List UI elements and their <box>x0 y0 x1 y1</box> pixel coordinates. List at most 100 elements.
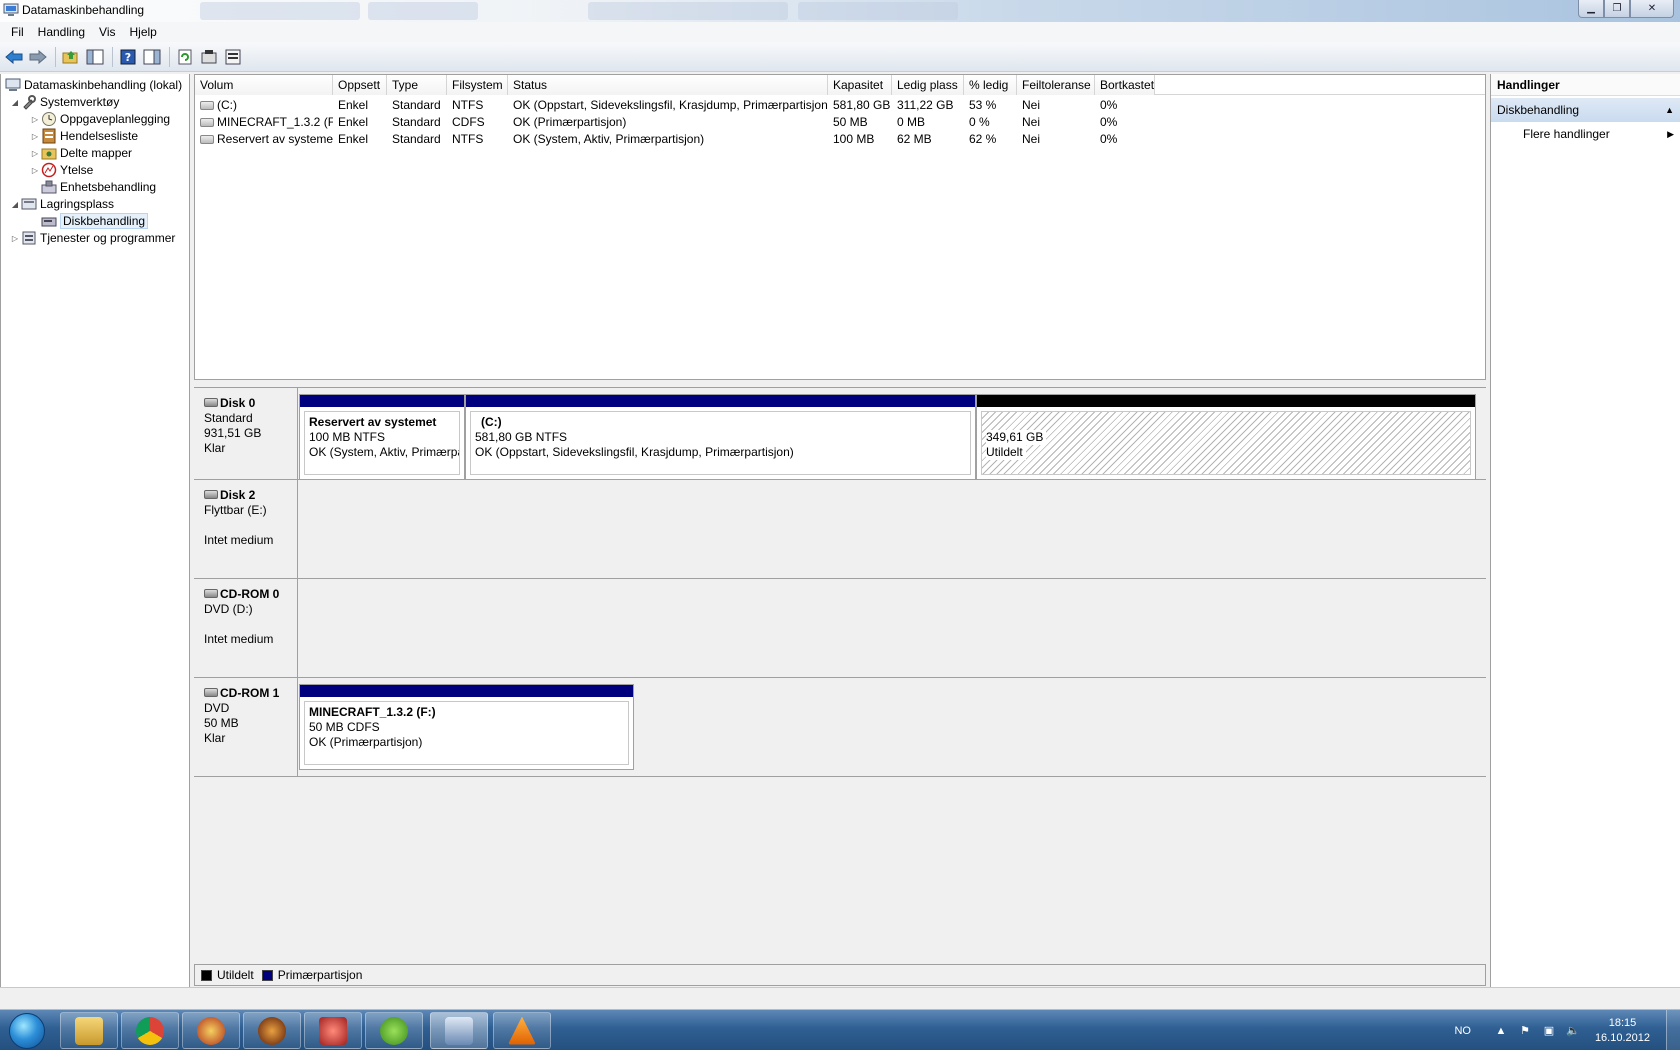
disk-management-icon <box>41 213 57 229</box>
vlc-icon <box>508 1016 536 1045</box>
show-hide-tree-button[interactable] <box>84 46 106 68</box>
cell-overhead: 0% <box>1100 132 1118 146</box>
clock[interactable]: 18:15 16.10.2012 <box>1595 1016 1650 1046</box>
expand-arrow-icon[interactable]: ▷ <box>29 132 41 141</box>
show-hidden-icons-icon[interactable]: ▲ <box>1493 1024 1509 1038</box>
taskbar-explorer[interactable] <box>60 1012 118 1049</box>
action-center-flag-icon[interactable]: ⚑ <box>1517 1024 1533 1038</box>
volume-icon[interactable]: 🔈 <box>1565 1024 1581 1038</box>
menu-action[interactable]: Handling <box>31 25 92 39</box>
close-button[interactable]: ✕ <box>1630 0 1674 18</box>
taskbar-game[interactable] <box>304 1012 362 1049</box>
volume-list-header: Volum Oppsett Type Filsystem Status Kapa… <box>195 75 1485 95</box>
expand-arrow-icon[interactable]: ▷ <box>9 234 21 243</box>
back-button[interactable] <box>3 46 25 68</box>
tree-node-performance[interactable]: ▷ Ytelse <box>29 161 93 179</box>
disk-label[interactable]: Disk 0 Standard 931,51 GB Klar <box>194 388 298 479</box>
column-overhead[interactable]: Bortkastet <box>1095 75 1155 95</box>
actions-section-disk-management[interactable]: Diskbehandling ▲ <box>1491 98 1680 122</box>
column-filesystem[interactable]: Filsystem <box>447 75 508 95</box>
disk-label[interactable]: Disk 2 Flyttbar (E:) Intet medium <box>194 480 298 578</box>
disk-settings-button[interactable] <box>222 46 244 68</box>
taskbar-computer-management[interactable] <box>430 1012 488 1049</box>
system-tray: NO ▲ ⚑ ▣ 🔈 18:15 16.10.2012 <box>1454 1010 1680 1050</box>
taskbar-app-badge[interactable] <box>182 1012 240 1049</box>
column-capacity[interactable]: Kapasitet <box>828 75 892 95</box>
help-button[interactable]: ? <box>117 46 139 68</box>
tools-icon <box>21 94 37 110</box>
disk-row-disk2: Disk 2 Flyttbar (E:) Intet medium <box>194 480 1486 579</box>
up-level-button[interactable] <box>60 46 82 68</box>
properties-icon <box>201 49 217 63</box>
taskbar-chrome[interactable] <box>121 1012 179 1049</box>
device-manager-icon <box>41 179 57 195</box>
column-volume[interactable]: Volum <box>195 75 333 95</box>
menu-view[interactable]: Vis <box>92 25 122 39</box>
tree-node-system-tools[interactable]: ◢ Systemverktøy <box>9 93 119 111</box>
cell-capacity: 100 MB <box>833 132 875 146</box>
disk-settings-icon <box>225 49 241 64</box>
more-actions-label: Flere handlinger <box>1523 127 1610 141</box>
menu-file[interactable]: Fil <box>4 25 31 39</box>
cell-percent-free: 62 % <box>969 132 997 146</box>
partition-minecraft[interactable]: MINECRAFT_1.3.2 (F:) 50 MB CDFS OK (Prim… <box>299 684 634 770</box>
column-type[interactable]: Type <box>387 75 447 95</box>
tree-node-services-apps[interactable]: ▷ Tjenester og programmer <box>9 229 175 247</box>
network-icon[interactable]: ▣ <box>1541 1024 1557 1038</box>
restore-button[interactable]: ❐ <box>1604 0 1630 18</box>
column-layout[interactable]: Oppsett <box>333 75 387 95</box>
column-fault-tolerance[interactable]: Feiltoleranse <box>1017 75 1095 95</box>
expand-arrow-icon[interactable]: ▷ <box>29 115 41 124</box>
column-status[interactable]: Status <box>508 75 828 95</box>
partition-system-reserved[interactable]: Reservert av systemet 100 MB NTFS OK (Sy… <box>299 394 465 480</box>
partition-c[interactable]: (C:) 581,80 GB NTFS OK (Oppstart, Sideve… <box>465 394 976 480</box>
start-button[interactable] <box>2 1011 52 1050</box>
table-row[interactable]: Reservert av systemet Enkel Standard NTF… <box>195 131 1485 148</box>
column-percent-free[interactable]: % ledig <box>964 75 1017 95</box>
table-row[interactable]: MINECRAFT_1.3.2 (F:) Enkel Standard CDFS… <box>195 114 1485 131</box>
taskbar-diablo[interactable] <box>243 1012 301 1049</box>
table-row[interactable]: (C:) Enkel Standard NTFS OK (Oppstart, S… <box>195 97 1485 114</box>
tree-node-task-scheduler[interactable]: ▷ Oppgaveplanlegging <box>29 110 170 128</box>
main-pane: Volum Oppsett Type Filsystem Status Kapa… <box>194 74 1486 987</box>
show-desktop-button[interactable] <box>1666 1010 1680 1050</box>
windows-logo-icon <box>9 1012 45 1049</box>
expand-arrow-icon[interactable]: ▷ <box>29 149 41 158</box>
taskbar-spotify[interactable] <box>365 1012 423 1049</box>
collapse-arrow-icon[interactable]: ◢ <box>9 200 21 209</box>
more-actions-item[interactable]: Flere handlinger ▶ <box>1491 122 1680 146</box>
tree-node-disk-management[interactable]: Diskbehandling <box>41 212 149 230</box>
action-pane-icon <box>143 49 161 64</box>
tree-node-root[interactable]: Datamaskinbehandling (lokal) <box>5 76 182 94</box>
menu-help[interactable]: Hjelp <box>123 25 164 39</box>
chrome-icon <box>136 1016 164 1045</box>
tree-label: Systemverktøy <box>40 95 120 109</box>
disk-name: Disk 0 <box>220 396 256 410</box>
minimize-button[interactable]: ▁ <box>1578 0 1604 18</box>
column-free-space[interactable]: Ledig plass <box>892 75 964 95</box>
partition-size: 349,61 GB <box>986 430 1047 445</box>
disk-label[interactable]: CD-ROM 1 DVD 50 MB Klar <box>194 678 298 776</box>
pane-splitter[interactable] <box>194 380 1486 388</box>
partition-title: (C:) <box>481 415 502 429</box>
properties-button[interactable] <box>198 46 220 68</box>
collapse-caret-icon[interactable]: ▲ <box>1665 98 1674 122</box>
tree-node-shared-folders[interactable]: ▷ Delte mapper <box>29 144 132 162</box>
partition-unallocated[interactable]: 349,61 GB Utildelt <box>976 394 1476 480</box>
language-indicator[interactable]: NO <box>1454 1025 1471 1037</box>
tree-node-storage[interactable]: ◢ Lagringsplass <box>9 195 114 213</box>
volume-list: Volum Oppsett Type Filsystem Status Kapa… <box>194 74 1486 380</box>
forward-button[interactable] <box>27 46 49 68</box>
collapse-arrow-icon[interactable]: ◢ <box>9 98 21 107</box>
tree-node-device-manager[interactable]: Enhetsbehandling <box>41 178 156 196</box>
disk-label[interactable]: CD-ROM 0 DVD (D:) Intet medium <box>194 579 298 677</box>
refresh-button[interactable] <box>174 46 196 68</box>
close-icon: ✕ <box>1647 3 1657 14</box>
cell-filesystem: CDFS <box>452 115 485 129</box>
expand-arrow-icon[interactable]: ▷ <box>29 166 41 175</box>
show-hide-action-pane-button[interactable] <box>141 46 163 68</box>
taskbar-vlc[interactable] <box>493 1012 551 1049</box>
disk-name: Disk 2 <box>220 488 256 502</box>
partition-status: OK (Oppstart, Sidevekslingsfil, Krasjdum… <box>475 445 794 459</box>
tree-node-event-viewer[interactable]: ▷ Hendelsesliste <box>29 127 138 145</box>
